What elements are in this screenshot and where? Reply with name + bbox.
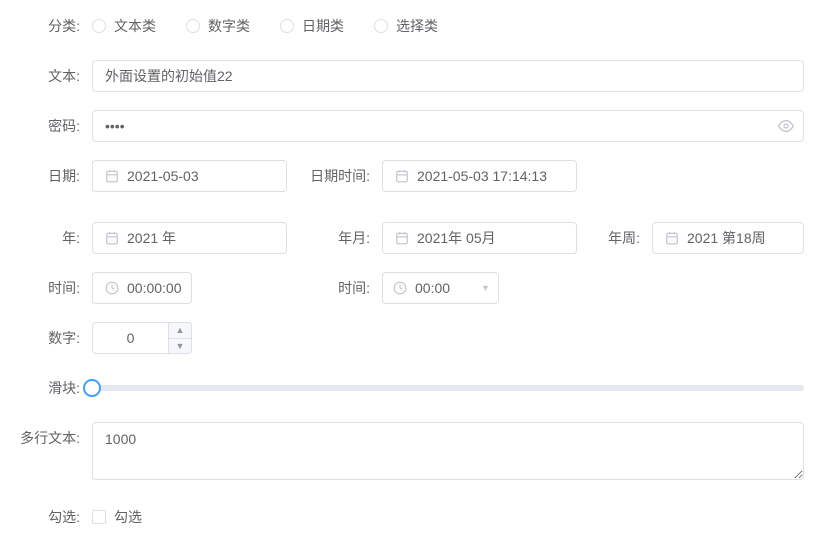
radio-circle-icon <box>280 19 294 33</box>
date-label: 日期: <box>10 160 92 192</box>
radio-number-type[interactable]: 数字类 <box>186 10 250 42</box>
radio-circle-icon <box>92 19 106 33</box>
radio-label: 日期类 <box>302 10 344 42</box>
slider-label: 滑块: <box>10 372 92 404</box>
year-value: 2021 年 <box>127 228 176 248</box>
text-input[interactable] <box>92 60 804 92</box>
checkbox-box-icon <box>92 510 106 524</box>
date-picker[interactable]: 2021-05-03 <box>92 160 287 192</box>
clock-icon <box>105 281 119 295</box>
number-value[interactable]: 0 <box>93 323 169 353</box>
number-increase-button[interactable]: ▲ <box>169 323 191 339</box>
checkbox-item[interactable]: 勾选 <box>92 501 142 533</box>
slider-handle[interactable] <box>83 379 101 397</box>
calendar-icon <box>105 231 119 245</box>
radio-label: 选择类 <box>396 10 438 42</box>
time-picker-2[interactable]: 00:00 ▾ <box>382 272 499 304</box>
year-picker[interactable]: 2021 年 <box>92 222 287 254</box>
radio-select-type[interactable]: 选择类 <box>374 10 438 42</box>
date-value: 2021-05-03 <box>127 168 199 184</box>
radio-label: 文本类 <box>114 10 156 42</box>
number-decrease-button[interactable]: ▼ <box>169 339 191 354</box>
datetime-label: 日期时间: <box>287 160 382 192</box>
multiline-label: 多行文本: <box>10 422 92 454</box>
radio-date-type[interactable]: 日期类 <box>280 10 344 42</box>
eye-icon[interactable] <box>778 118 794 134</box>
category-radio-group: 文本类 数字类 日期类 选择类 <box>92 10 804 42</box>
chevron-down-icon: ▾ <box>483 283 488 294</box>
time1-value: 00:00:00 <box>127 280 182 296</box>
time-picker-1[interactable]: 00:00:00 <box>92 272 192 304</box>
time1-label: 时间: <box>10 272 92 304</box>
yearweek-value: 2021 第18周 <box>687 228 766 248</box>
checkbox-label: 勾选 <box>114 501 142 533</box>
calendar-icon <box>395 169 409 183</box>
yearmonth-label: 年月: <box>287 222 382 254</box>
yearmonth-value: 2021年 05月 <box>417 228 496 248</box>
radio-circle-icon <box>374 19 388 33</box>
radio-label: 数字类 <box>208 10 250 42</box>
number-label: 数字: <box>10 322 92 354</box>
password-input[interactable] <box>92 110 804 142</box>
yearmonth-picker[interactable]: 2021年 05月 <box>382 222 577 254</box>
datetime-value: 2021-05-03 17:14:13 <box>417 168 547 184</box>
radio-text-type[interactable]: 文本类 <box>92 10 156 42</box>
checkbox-section-label: 勾选: <box>10 501 92 533</box>
clock-icon <box>393 281 407 295</box>
calendar-icon <box>665 231 679 245</box>
year-label: 年: <box>10 222 92 254</box>
time2-value: 00:00 <box>415 280 450 296</box>
password-label: 密码: <box>10 110 92 142</box>
calendar-icon <box>105 169 119 183</box>
multiline-textarea[interactable]: 1000 <box>92 422 804 480</box>
text-label: 文本: <box>10 60 92 92</box>
calendar-icon <box>395 231 409 245</box>
datetime-picker[interactable]: 2021-05-03 17:14:13 <box>382 160 577 192</box>
yearweek-picker[interactable]: 2021 第18周 <box>652 222 804 254</box>
number-stepper[interactable]: 0 ▲ ▼ <box>92 322 192 354</box>
category-label: 分类: <box>10 10 92 42</box>
slider-track[interactable] <box>92 385 804 391</box>
yearweek-label: 年周: <box>577 222 652 254</box>
time2-label: 时间: <box>192 272 382 304</box>
radio-circle-icon <box>186 19 200 33</box>
